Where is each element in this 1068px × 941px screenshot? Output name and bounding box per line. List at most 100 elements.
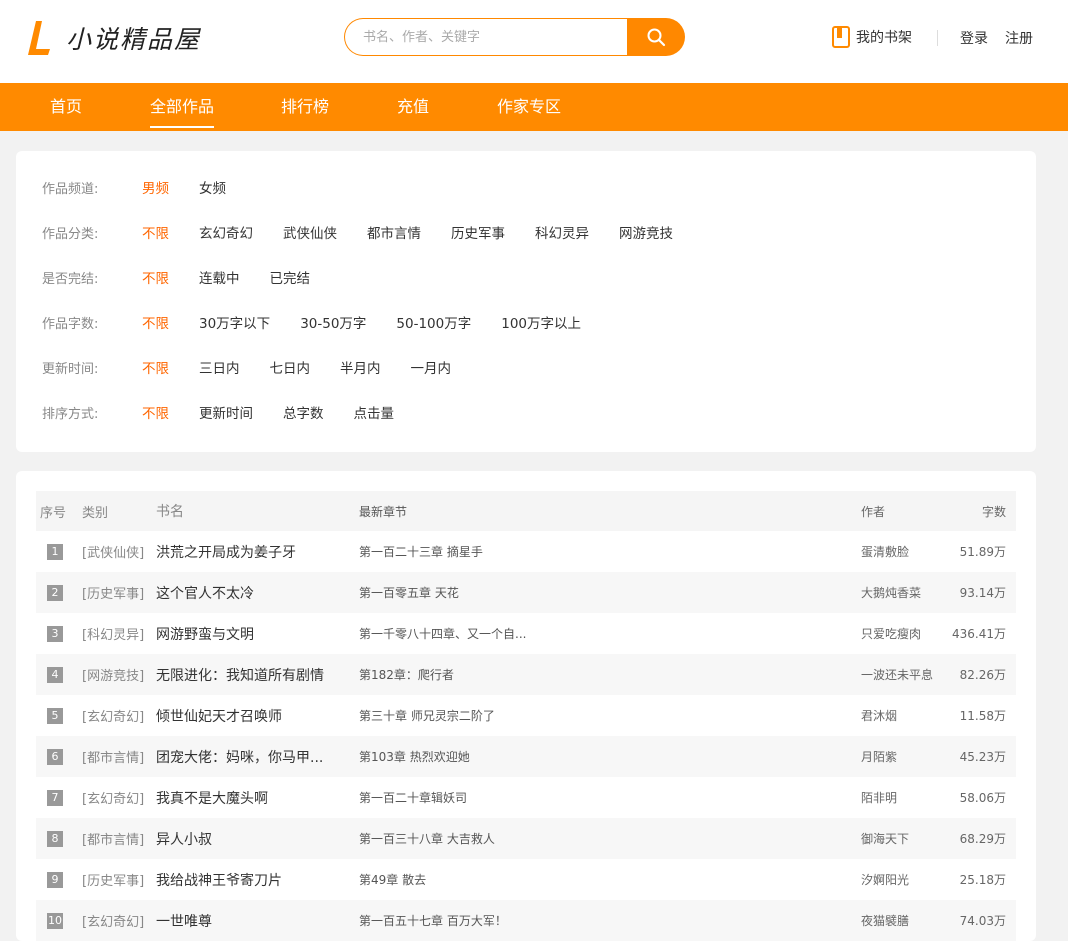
rank-number-cell: 1 bbox=[36, 531, 80, 572]
latest-chapter-link-cell: 第103章 热烈欢迎她 bbox=[359, 736, 861, 777]
author-name: 夜猫襞膳 bbox=[861, 914, 910, 928]
book-category-link-cell: [科幻灵异] bbox=[80, 613, 156, 654]
book-title-link-cell: 洪荒之开局成为姜子牙 bbox=[156, 531, 359, 572]
latest-chapter-link[interactable]: 第一百二十章辑妖司 bbox=[359, 791, 467, 805]
filter-option[interactable]: 总字数 bbox=[283, 402, 324, 422]
latest-chapter-link[interactable]: 第一百五十七章 百万大军！ bbox=[359, 914, 507, 928]
latest-chapter-link[interactable]: 第一百三十八章 大吉救人 bbox=[359, 832, 495, 846]
book-category-link[interactable]: [玄幻奇幻] bbox=[82, 710, 144, 725]
filter-option[interactable]: 玄幻奇幻 bbox=[199, 222, 253, 242]
book-category-link-cell: [武侠仙侠] bbox=[80, 531, 156, 572]
search-button[interactable] bbox=[627, 18, 685, 56]
filter-row-channel: 作品频道: 男频 女频 bbox=[42, 177, 256, 197]
filter-option[interactable]: 不限 bbox=[142, 402, 169, 422]
filter-option[interactable]: 50-100万字 bbox=[396, 312, 471, 332]
filter-row-status: 是否完结: 不限 连载中 已完结 bbox=[42, 267, 340, 287]
book-category-link[interactable]: [都市言情] bbox=[82, 751, 144, 766]
book-title-link-cell: 倾世仙妃天才召唤师 bbox=[156, 695, 359, 736]
nav-all-works[interactable]: 全部作品 bbox=[150, 83, 215, 131]
latest-chapter-link[interactable]: 第182章：爬行者 bbox=[359, 668, 454, 682]
nav-author-zone[interactable]: 作家专区 bbox=[497, 83, 561, 131]
filter-option[interactable]: 不限 bbox=[142, 222, 169, 242]
table-row: 4 [网游竞技] 无限进化：我知道所有剧情 第182章：爬行者 一波还未平息 82.26万 bbox=[36, 654, 1016, 695]
book-title-link[interactable]: 一世唯尊 bbox=[156, 914, 212, 930]
site-logo[interactable]: 小说精品屋 bbox=[28, 18, 201, 58]
book-category-link[interactable]: [武侠仙侠] bbox=[82, 546, 144, 561]
filter-option[interactable]: 男频 bbox=[142, 177, 169, 197]
rank-number-cell: 3 bbox=[36, 613, 80, 654]
latest-chapter-link-cell: 第一百零五章 天花 bbox=[359, 572, 861, 613]
filter-option[interactable]: 已完结 bbox=[270, 267, 311, 287]
book-title-link[interactable]: 这个官人不太冷 bbox=[156, 586, 254, 602]
latest-chapter-link[interactable]: 第103章 热烈欢迎她 bbox=[359, 750, 470, 764]
filter-label: 作品频道: bbox=[42, 181, 99, 197]
book-title-link[interactable]: 异人小叔 bbox=[156, 832, 212, 848]
filter-option[interactable]: 不限 bbox=[142, 267, 169, 287]
book-title-link[interactable]: 我给战神王爷寄刀片 bbox=[156, 873, 282, 889]
filter-option[interactable]: 七日内 bbox=[270, 357, 311, 377]
book-table: 序号 类别 书名 最新章节 作者 字数 1 [武侠仙侠] 洪荒之开局成为姜子牙 第一百… bbox=[36, 491, 1016, 941]
filter-option[interactable]: 100万字以上 bbox=[501, 312, 581, 332]
filter-option[interactable]: 三日内 bbox=[199, 357, 240, 377]
word-count: 74.03万 bbox=[959, 914, 1006, 928]
filter-option[interactable]: 连载中 bbox=[199, 267, 240, 287]
col-header-words: 字数 bbox=[981, 504, 1006, 519]
filter-option[interactable]: 历史军事 bbox=[451, 222, 505, 242]
book-category-link[interactable]: [玄幻奇幻] bbox=[82, 792, 144, 807]
nav-recharge[interactable]: 充值 bbox=[397, 83, 429, 131]
nav-rankings[interactable]: 排行榜 bbox=[281, 83, 329, 131]
filter-option[interactable]: 一月内 bbox=[411, 357, 452, 377]
register-link[interactable]: 注册 bbox=[1005, 28, 1033, 48]
filter-option[interactable]: 不限 bbox=[142, 357, 169, 377]
filter-label: 排序方式: bbox=[42, 406, 99, 422]
word-count: 68.29万 bbox=[959, 832, 1006, 846]
book-title-link[interactable]: 团宠大佬：妈咪，你马甲... bbox=[156, 750, 323, 766]
logo-l-icon bbox=[28, 21, 50, 55]
bookshelf-link[interactable]: 我的书架 bbox=[832, 26, 912, 48]
login-link[interactable]: 登录 bbox=[960, 28, 988, 48]
book-category-link[interactable]: [都市言情] bbox=[82, 833, 144, 848]
search-input[interactable] bbox=[344, 18, 634, 56]
book-title-link-cell: 网游野蛮与文明 bbox=[156, 613, 359, 654]
filter-option[interactable]: 30-50万字 bbox=[300, 312, 366, 332]
author-name-cell: 夜猫襞膳 bbox=[861, 900, 951, 941]
filter-option[interactable]: 不限 bbox=[142, 312, 169, 332]
header-divider bbox=[937, 30, 938, 46]
book-category-link[interactable]: [历史军事] bbox=[82, 587, 144, 602]
book-title-link[interactable]: 无限进化：我知道所有剧情 bbox=[156, 668, 324, 684]
rank-number-cell: 5 bbox=[36, 695, 80, 736]
latest-chapter-link[interactable]: 第49章 散去 bbox=[359, 873, 426, 887]
filter-option[interactable]: 女频 bbox=[199, 177, 226, 197]
book-category-link[interactable]: [科幻灵异] bbox=[82, 628, 144, 643]
filter-option[interactable]: 武侠仙侠 bbox=[283, 222, 337, 242]
book-category-link[interactable]: [玄幻奇幻] bbox=[82, 915, 144, 930]
filter-option[interactable]: 网游竞技 bbox=[619, 222, 673, 242]
author-name: 大鹅炖香菜 bbox=[861, 586, 922, 600]
book-category-link[interactable]: [网游竞技] bbox=[82, 669, 144, 684]
filter-option[interactable]: 点击量 bbox=[354, 402, 395, 422]
author-name: 汐婀阳光 bbox=[861, 873, 910, 887]
nav-home[interactable]: 首页 bbox=[50, 83, 82, 131]
filter-option[interactable]: 科幻灵异 bbox=[535, 222, 589, 242]
word-count: 58.06万 bbox=[959, 791, 1006, 805]
word-count-cell: 45.23万 bbox=[951, 736, 1016, 777]
book-title-link[interactable]: 网游野蛮与文明 bbox=[156, 627, 254, 643]
filter-option[interactable]: 更新时间 bbox=[199, 402, 253, 422]
filter-label: 作品分类: bbox=[42, 226, 99, 242]
word-count-cell: 68.29万 bbox=[951, 818, 1016, 859]
book-category-link[interactable]: [历史军事] bbox=[82, 874, 144, 889]
table-row: 3 [科幻灵异] 网游野蛮与文明 第一千零八十四章、又一个自... 只爱吃瘦肉 436.4… bbox=[36, 613, 1016, 654]
filter-option[interactable]: 30万字以下 bbox=[199, 312, 270, 332]
book-title-link[interactable]: 倾世仙妃天才召唤师 bbox=[156, 709, 282, 725]
word-count-cell: 25.18万 bbox=[951, 859, 1016, 900]
filter-option[interactable]: 都市言情 bbox=[367, 222, 421, 242]
latest-chapter-link[interactable]: 第一百零五章 天花 bbox=[359, 586, 459, 600]
author-name-cell: 月陌紫 bbox=[861, 736, 951, 777]
book-title-link[interactable]: 我真不是大魔头啊 bbox=[156, 791, 268, 807]
book-title-link[interactable]: 洪荒之开局成为姜子牙 bbox=[156, 545, 296, 561]
latest-chapter-link[interactable]: 第一百二十三章 摘星手 bbox=[359, 545, 483, 559]
latest-chapter-link[interactable]: 第一千零八十四章、又一个自... bbox=[359, 627, 526, 641]
filter-option[interactable]: 半月内 bbox=[340, 357, 381, 377]
latest-chapter-link[interactable]: 第三十章 师兄灵宗二阶了 bbox=[359, 709, 495, 723]
book-title-link-cell: 团宠大佬：妈咪，你马甲... bbox=[156, 736, 359, 777]
